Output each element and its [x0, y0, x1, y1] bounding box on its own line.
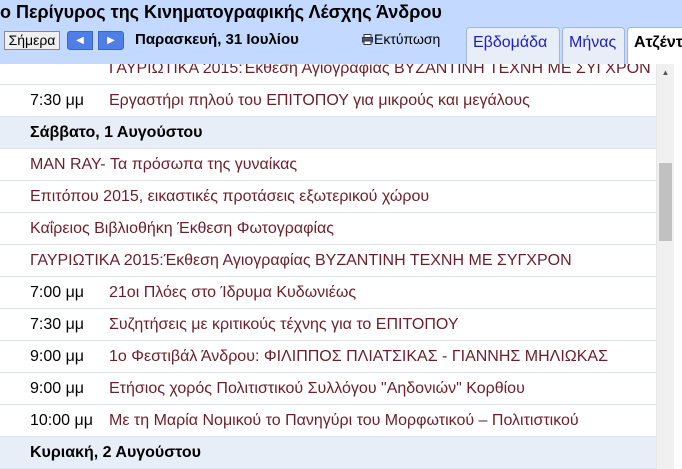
tab-month[interactable]: Μήνας — [562, 27, 625, 64]
scroll-up-icon[interactable]: ▲ — [657, 64, 674, 81]
next-button[interactable]: ▶ — [98, 31, 124, 50]
tab-week[interactable]: Εβδομάδα — [466, 27, 560, 64]
prev-button[interactable]: ◀ — [67, 31, 93, 50]
event-time: 7:30 μμ — [30, 316, 85, 333]
scrollbar[interactable]: ▲ — [656, 64, 674, 469]
event-title[interactable]: Συζητήσεις με κριτικούς τέχνης για το ΕΠ… — [109, 316, 459, 333]
right-edge — [674, 64, 682, 469]
event-row[interactable]: Επιτόπου 2015, εικαστικές προτάσεις εξωτ… — [0, 181, 656, 213]
event-title[interactable]: Ετήσιος χορός Πολιτιστικού Συλλόγου "Αηδ… — [109, 380, 525, 397]
event-title[interactable]: ΓΑΥΡΙΩΤΙΚΑ 2015:Έκθεση Αγιογραφίας ΒΥΖΑΝ… — [109, 64, 651, 77]
event-title[interactable]: Με τη Μαρία Νομικού το Πανηγύρι του Μορφ… — [109, 412, 579, 429]
print-link[interactable]: Εκτύπωση — [362, 31, 440, 47]
agenda-list-inner: ΓΑΥΡΙΩΤΙΚΑ 2015:Έκθεση Αγιογραφίας ΒΥΖΑΝ… — [0, 64, 656, 469]
agenda-list: ΓΑΥΡΙΩΤΙΚΑ 2015:Έκθεση Αγιογραφίας ΒΥΖΑΝ… — [0, 64, 656, 469]
current-date: Παρασκευή, 31 Ιουλίου — [135, 31, 299, 48]
event-time: 9:00 μμ — [30, 348, 85, 365]
day-header: Κυριακή, 2 Αυγούστου — [0, 437, 656, 469]
event-title[interactable]: 1ο Φεστιβάλ Άνδρου: ΦΙΛΙΠΠΟΣ ΠΛΙΑΤΣΙΚΑΣ … — [109, 348, 608, 365]
calendar-header: ο Περίγυρος της Κινηματογραφικής Λέσχης … — [0, 0, 682, 64]
event-time: 7:00 μμ — [30, 284, 85, 301]
arrow-left-icon: ◀ — [76, 35, 84, 46]
event-row[interactable]: ΓΑΥΡΙΩΤΙΚΑ 2015:Έκθεση Αγιογραφίας ΒΥΖΑΝ… — [0, 245, 656, 277]
day-header: Σάββατο, 1 Αυγούστου — [0, 117, 656, 149]
event-title[interactable]: MAN RAY- Τα πρόσωπα της γυναίκας — [30, 156, 297, 173]
tab-agenda[interactable]: Ατζέντα — [627, 27, 682, 64]
event-row[interactable]: Καΐρειος Βιβλιοθήκη Έκθεση Φωτογραφίας — [0, 213, 656, 245]
event-time: 9:00 μμ — [30, 380, 85, 397]
today-button[interactable]: Σήμερα — [4, 31, 60, 50]
arrow-right-icon: ▶ — [107, 35, 115, 46]
event-title[interactable]: Καΐρειος Βιβλιοθήκη Έκθεση Φωτογραφίας — [30, 220, 334, 237]
event-row[interactable]: MAN RAY- Τα πρόσωπα της γυναίκας — [0, 149, 656, 181]
event-row[interactable]: 9:00 μμ 1ο Φεστιβάλ Άνδρου: ΦΙΛΙΠΠΟΣ ΠΛΙΑ… — [0, 341, 656, 373]
event-time: 7:30 μμ — [30, 92, 85, 109]
calendar-title: ο Περίγυρος της Κινηματογραφικής Λέσχης … — [0, 2, 442, 22]
event-row[interactable]: 10:00 μμ Με τη Μαρία Νομικού το Πανηγύρι … — [0, 405, 656, 437]
print-label: Εκτύπωση — [374, 31, 441, 47]
event-row[interactable]: 9:00 μμ Ετήσιος χορός Πολιτιστικού Συλλόγ… — [0, 373, 656, 405]
event-row[interactable]: ΓΑΥΡΙΩΤΙΚΑ 2015:Έκθεση Αγιογραφίας ΒΥΖΑΝ… — [0, 64, 656, 85]
event-title[interactable]: ΓΑΥΡΙΩΤΙΚΑ 2015:Έκθεση Αγιογραφίας ΒΥΖΑΝ… — [30, 252, 572, 269]
printer-icon — [362, 34, 373, 45]
event-row[interactable]: 7:30 μμ Συζητήσεις με κριτικούς τέχνης γι… — [0, 309, 656, 341]
event-time: 10:00 μμ — [30, 412, 93, 429]
event-title[interactable]: Επιτόπου 2015, εικαστικές προτάσεις εξωτ… — [30, 188, 429, 205]
event-title[interactable]: 21οι Πλόες στο Ίδρυμα Κυδωνιέως — [109, 284, 356, 301]
event-row[interactable]: 7:30 μμ Εργαστήρι πηλού του ΕΠΙΤΟΠΟΥ για … — [0, 85, 656, 117]
event-row[interactable]: 7:00 μμ 21οι Πλόες στο Ίδρυμα Κυδωνιέως — [0, 277, 656, 309]
event-title[interactable]: Εργαστήρι πηλού του ΕΠΙΤΟΠΟΥ για μικρούς… — [109, 92, 530, 109]
scrollbar-thumb[interactable] — [659, 163, 672, 241]
